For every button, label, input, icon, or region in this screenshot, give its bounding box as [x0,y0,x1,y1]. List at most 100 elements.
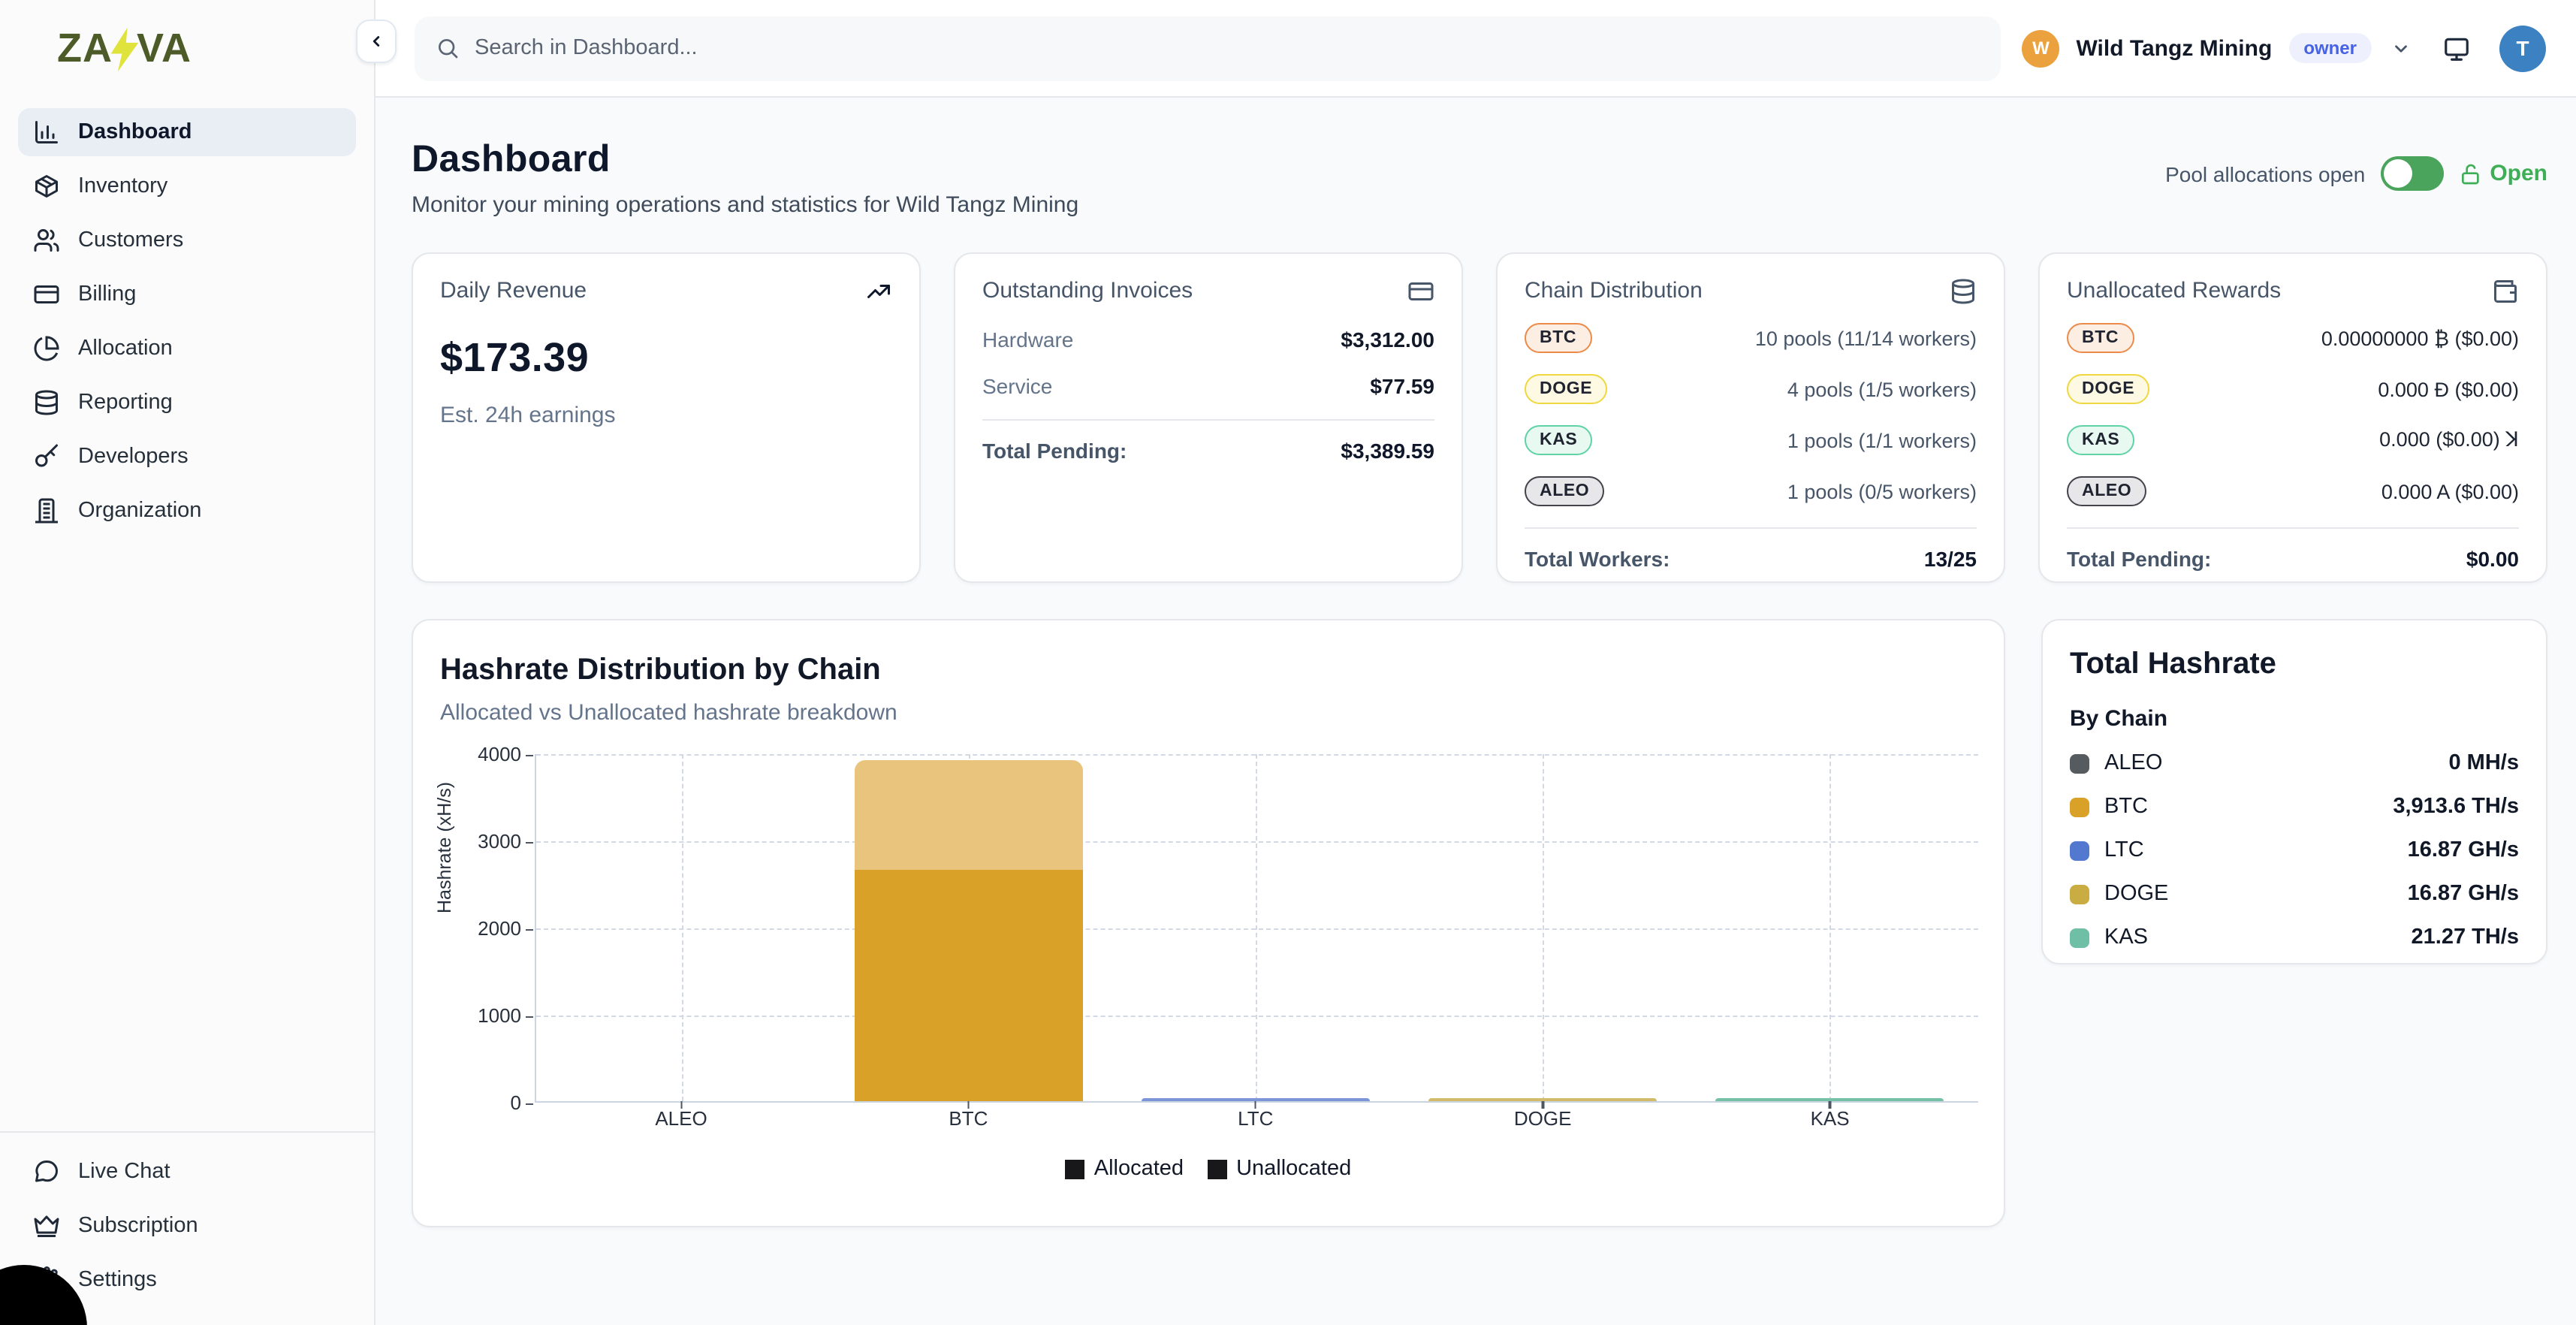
total-hashrate-card: Total Hashrate By Chain ALEO 0 MH/s BTC … [2041,619,2547,964]
monitor-icon[interactable] [2442,34,2471,62]
chain-distribution-card: Chain Distribution BTC 10 pools (11/14 w… [1496,252,2005,583]
chart-subtitle: Allocated vs Unallocated hashrate breakd… [440,700,1977,726]
chart-title: Hashrate Distribution by Chain [440,653,1977,688]
pool-toggle-label: Pool allocations open [2165,161,2365,186]
sidebar-item-reporting[interactable]: Reporting [18,379,356,427]
package-icon [33,173,60,200]
sidebar-item-label: Developers [78,445,189,469]
main-content: Dashboard Monitor your mining operations… [376,98,2576,1325]
sidebar: ZA VA Dashboard Inventory [0,0,376,1325]
card-title: Chain Distribution [1525,278,1703,303]
total-hashrate-title: Total Hashrate [2070,647,2519,682]
chat-bubble-icon [33,1158,60,1185]
chain-row: KAS 1 pools (1/1 workers) [1525,422,1977,458]
invoice-row: Hardware $3,312.00 [982,327,1434,352]
sidebar-item-inventory[interactable]: Inventory [18,162,356,210]
hashrate-chart-card: Hashrate Distribution by Chain Allocated… [412,619,2005,1227]
chevron-left-icon [368,33,385,50]
chain-badge: KAS [2067,425,2134,455]
legend-item-unallocated: Unallocated [1208,1157,1351,1181]
bar-btc[interactable] [854,760,1082,1101]
invoice-row: Service $77.59 [982,374,1434,398]
chevron-down-icon[interactable] [2391,38,2411,58]
sidebar-item-label: Billing [78,282,136,306]
topbar: W Wild Tangz Mining owner T [376,0,2576,98]
x-tick: DOGE [1514,1107,1572,1130]
chain-badge: ALEO [2067,476,2146,506]
chain-badge: KAS [1525,425,1592,455]
card-title: Unallocated Rewards [2067,278,2281,303]
y-tick: 2000 [478,917,536,940]
sidebar-item-label: Customers [78,228,183,252]
role-badge: owner [2288,33,2372,63]
page-header: Dashboard Monitor your mining operations… [412,138,2547,218]
hashrate-row: KAS 21.27 TH/s [2070,925,2519,949]
legend-swatch [1208,1159,1227,1179]
sidebar-item-label: Allocation [78,337,173,361]
org-avatar[interactable]: W [2022,29,2060,67]
daily-revenue-value: $173.39 [440,335,892,382]
search-input[interactable] [475,36,1864,60]
reward-row: DOGE 0.000 Đ ($0.00) [2067,371,2519,407]
database-icon [33,389,60,416]
org-name: Wild Tangz Mining [2077,35,2273,61]
x-tick: LTC [1238,1107,1273,1130]
sidebar-item-label: Subscription [78,1214,198,1238]
sidebar-item-organization[interactable]: Organization [18,487,356,535]
sidebar-item-label: Organization [78,499,201,523]
chain-row: ALEO 1 pools (0/5 workers) [1525,473,1977,509]
hashrate-row: ALEO 0 MH/s [2070,751,2519,775]
stat-cards-row: Daily Revenue $173.39 Est. 24h earnings … [412,252,2547,583]
by-chain-label: By Chain [2070,706,2519,732]
page-title: Dashboard [412,138,1078,182]
pool-allocations-control: Pool allocations open Open [2165,156,2547,191]
sidebar-item-subscription[interactable]: Subscription [18,1202,356,1250]
chain-color-dot [2070,884,2089,904]
y-tick: 4000 [478,743,536,765]
logo[interactable]: ZA VA [0,0,374,96]
daily-revenue-caption: Est. 24h earnings [440,403,892,428]
x-tick: ALEO [655,1107,707,1130]
sidebar-item-billing[interactable]: Billing [18,270,356,318]
sidebar-item-live-chat[interactable]: Live Chat [18,1148,356,1196]
bottom-row: Hashrate Distribution by Chain Allocated… [412,619,2547,1227]
sidebar-nav: Dashboard Inventory Customers Billing [0,96,374,547]
sidebar-item-label: Settings [78,1268,157,1292]
chain-row: BTC 10 pools (11/14 workers) [1525,320,1977,356]
chain-badge: BTC [1525,323,1591,353]
hashrate-row: LTC 16.87 GH/s [2070,838,2519,862]
pool-status-text: Open [2490,161,2547,186]
sidebar-item-allocation[interactable]: Allocation [18,324,356,373]
credit-card-icon [33,281,60,308]
card-title: Daily Revenue [440,278,587,303]
sidebar-item-customers[interactable]: Customers [18,216,356,264]
x-tick: KAS [1811,1107,1850,1130]
y-tick: 1000 [478,1004,536,1027]
user-avatar[interactable]: T [2499,25,2546,71]
chain-color-dot [2070,841,2089,860]
chain-badge: ALEO [1525,476,1604,506]
sidebar-item-developers[interactable]: Developers [18,433,356,481]
pool-allocations-toggle[interactable] [2380,156,2443,191]
x-tick: BTC [949,1107,988,1130]
sidebar-item-dashboard[interactable]: Dashboard [18,108,356,156]
hashrate-row: DOGE 16.87 GH/s [2070,882,2519,906]
key-icon [33,443,60,470]
sidebar-item-label: Live Chat [78,1160,170,1184]
pie-chart-icon [33,335,60,362]
sidebar-item-label: Reporting [78,391,173,415]
sidebar-collapse-button[interactable] [356,20,397,63]
sidebar-item-label: Inventory [78,174,167,198]
chart-plot-area: 0 1000 2000 3000 4000 [535,754,1978,1103]
y-tick: 0 [511,1091,536,1114]
legend-item-allocated: Allocated [1066,1157,1184,1181]
workers-total-row: Total Workers: 13/25 [1525,547,1977,571]
chain-badge: BTC [2067,323,2134,353]
chain-row: DOGE 4 pools (1/5 workers) [1525,371,1977,407]
chain-badge: DOGE [2067,374,2149,404]
users-icon [33,227,60,254]
logo-text-right: VA [137,25,192,71]
search-bar[interactable] [415,16,2001,80]
crown-icon [33,1212,60,1239]
logo-text-left: ZA [57,25,113,71]
